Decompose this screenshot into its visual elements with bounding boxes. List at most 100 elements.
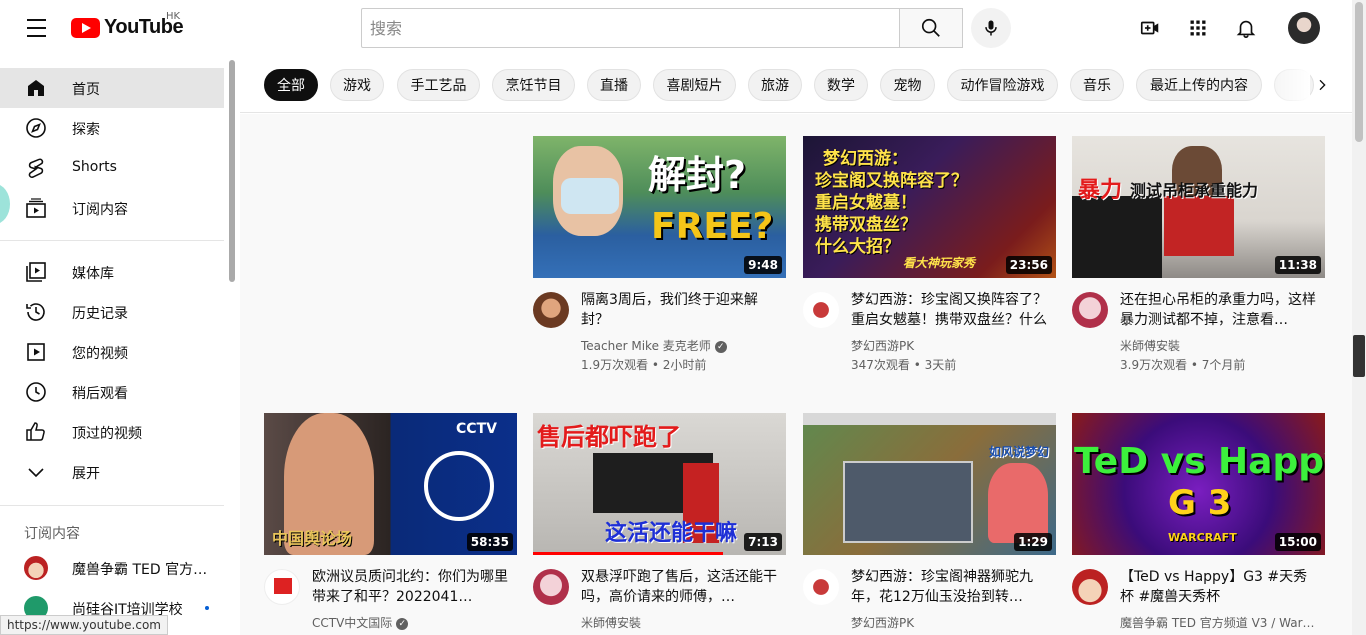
search-icon [921, 18, 940, 37]
video-thumbnail[interactable]: CCTV 中国舆论场 58:35 [264, 413, 517, 555]
channel-name[interactable]: 米師傅安裝 [581, 614, 641, 631]
sidebar-item-show-more[interactable]: 展开 [0, 452, 224, 492]
video-title[interactable]: 隔离3周后，我们终于迎来解封？ [581, 290, 781, 330]
chip[interactable]: 音乐 [1070, 69, 1124, 101]
channel-name[interactable]: 梦幻西游PK [851, 614, 914, 631]
thumbnail-text: TeD vs Happy [1074, 441, 1325, 482]
channel-name-text: CCTV中文国际 [312, 616, 393, 630]
duration-badge: 15:00 [1274, 533, 1321, 551]
new-content-dot [205, 606, 209, 610]
channel-avatar[interactable] [533, 569, 569, 605]
sidebar-subscription-ted[interactable]: 魔兽争霸 TED 官方频... [0, 548, 224, 588]
compass-icon [26, 118, 46, 138]
cctv-logo-icon [274, 578, 292, 594]
country-code: HK [166, 11, 181, 22]
sidebar-item-label: 您的视频 [72, 346, 128, 362]
channel-avatar [24, 556, 48, 580]
youtube-logo[interactable]: YouTube HK [71, 11, 184, 39]
sidebar-item-library[interactable]: 媒体库 [0, 252, 224, 292]
side-panel-handle[interactable] [1353, 335, 1365, 377]
video-thumbnail[interactable]: 解封? FREE? 9:48 [533, 136, 786, 278]
channel-avatar[interactable] [264, 569, 300, 605]
video-thumbnail[interactable]: 售后都吓跑了 这活还能干嘛 7:13 [533, 413, 786, 555]
chip[interactable]: 喜剧短片 [653, 69, 736, 101]
thumbnail-text: 测试吊柜承重能力 [1130, 181, 1259, 200]
chip[interactable]: 手工艺品 [397, 69, 480, 101]
chip-all[interactable]: 全部 [264, 69, 318, 101]
chip[interactable]: 游戏 [330, 69, 384, 101]
chip-fade [1270, 69, 1310, 101]
search-input[interactable] [362, 9, 899, 47]
sidebar-item-label: 首页 [72, 82, 100, 98]
apps-grid-icon [1190, 20, 1206, 36]
duration-badge: 11:38 [1274, 256, 1321, 274]
channel-name[interactable]: 魔兽争霸 TED 官方频道 V3 / War… [1120, 614, 1315, 631]
thumbnail-character [988, 463, 1048, 543]
video-plus-icon [1140, 21, 1159, 35]
channel-name[interactable]: 梦幻西游PK [851, 337, 914, 354]
video-card[interactable]: 解封? FREE? 9:48 隔离3周后，我们终于迎来解封？ Teacher M… [533, 136, 786, 386]
sidebar-item-liked-videos[interactable]: 顶过的视频 [0, 412, 224, 452]
youtube-play-icon [71, 17, 100, 38]
account-avatar[interactable] [1288, 12, 1320, 44]
video-thumbnail[interactable]: TeD vs Happy G 3 WARCRAFT 15:00 [1072, 413, 1325, 555]
duration-badge: 58:35 [466, 533, 513, 551]
video-title[interactable]: 双悬浮吓跑了售后，这活还能干吗，高价请来的师傅，… [581, 567, 781, 607]
channel-avatar[interactable] [803, 292, 839, 328]
video-card[interactable]: TeD vs Happy G 3 WARCRAFT 15:00 【TeD vs … [1072, 413, 1325, 635]
sidebar-item-your-videos[interactable]: 您的视频 [0, 332, 224, 372]
video-title[interactable]: 【TeD vs Happy】G3 #天秀杯 #魔兽天秀杯 [1120, 567, 1320, 607]
chip[interactable]: 最近上传的内容 [1136, 69, 1262, 101]
channel-name[interactable]: Teacher Mike 麦克老师 ✓ [581, 337, 727, 354]
sidebar-item-shorts[interactable]: Shorts [0, 148, 224, 188]
create-video-button[interactable] [1138, 16, 1162, 40]
channel-name[interactable]: CCTV中文国际 ✓ [312, 614, 409, 631]
video-card[interactable]: 如风说梦幻 1:29 梦幻西游：珍宝阁神器狮驼九年，花12万仙玉没抬到转… 梦幻… [803, 413, 1056, 635]
menu-icon[interactable] [16, 16, 56, 40]
thumbnail-text: 这活还能干嘛 [605, 521, 738, 546]
thumbnail-text: FREE? [651, 206, 774, 247]
search-button[interactable] [899, 8, 963, 48]
channel-name[interactable]: 米師傅安裝 [1120, 337, 1180, 354]
verified-icon: ✓ [396, 617, 409, 630]
channel-avatar[interactable] [533, 292, 569, 328]
thumbnail-dialog [843, 461, 973, 543]
chips-next-button[interactable] [1312, 70, 1332, 100]
page-scrollbar[interactable] [1352, 0, 1366, 635]
thumbnail-text: 如风说梦幻 [989, 445, 1050, 459]
channel-avatar[interactable] [1072, 569, 1108, 605]
chip[interactable]: 烹饪节目 [492, 69, 575, 101]
page-scrollbar-thumb[interactable] [1355, 2, 1363, 142]
thumbnail-text: 解封? [648, 153, 747, 197]
video-card[interactable]: 售后都吓跑了 这活还能干嘛 7:13 双悬浮吓跑了售后，这活还能干吗，高价请来的… [533, 413, 786, 635]
video-thumbnail[interactable]: 暴力 测试吊柜承重能力 11:38 [1072, 136, 1325, 278]
chevron-right-icon [1319, 79, 1326, 91]
apps-button[interactable] [1186, 16, 1210, 40]
video-thumbnail[interactable]: 梦幻西游： 珍宝阁又换阵容了？ 重启女魃墓！ 携带双盘丝？ 什么大招？ 看大神玩… [803, 136, 1056, 278]
voice-search-button[interactable] [971, 8, 1011, 48]
sidebar-item-history[interactable]: 历史记录 [0, 292, 224, 332]
sidebar-item-home[interactable]: 首页 [0, 68, 224, 108]
chip[interactable]: 直播 [587, 69, 641, 101]
sidebar-item-explore[interactable]: 探索 [0, 108, 224, 148]
chip[interactable]: 动作冒险游戏 [947, 69, 1058, 101]
chip[interactable]: 宠物 [880, 69, 935, 101]
sidebar-item-watch-later[interactable]: 稍后观看 [0, 372, 224, 412]
video-title[interactable]: 梦幻西游：珍宝阁神器狮驼九年，花12万仙玉没抬到转… [851, 567, 1051, 607]
channel-avatar[interactable] [803, 569, 839, 605]
video-card[interactable]: 暴力 测试吊柜承重能力 11:38 还在担心吊柜的承重力吗，这样暴力测试都不掉，… [1072, 136, 1325, 386]
subscriptions-heading: 订阅内容 [24, 526, 80, 542]
video-card[interactable]: 梦幻西游： 珍宝阁又换阵容了？ 重启女魃墓！ 携带双盘丝？ 什么大招？ 看大神玩… [803, 136, 1056, 386]
video-thumbnail[interactable]: 如风说梦幻 1:29 [803, 413, 1056, 555]
chip[interactable]: 数学 [814, 69, 868, 101]
notifications-button[interactable] [1234, 16, 1258, 40]
sidebar-scrollbar[interactable] [229, 60, 235, 282]
video-title[interactable]: 还在担心吊柜的承重力吗，这样暴力测试都不掉，注意看… [1120, 290, 1320, 330]
video-title[interactable]: 梦幻西游：珍宝阁又换阵容了？重启女魃墓！携带双盘丝？什么大招？ [851, 290, 1051, 330]
duration-badge: 23:56 [1005, 256, 1052, 274]
channel-avatar[interactable] [1072, 292, 1108, 328]
video-title[interactable]: 欧洲议员质问北约：你们为哪里带来了和平？2022041… [312, 567, 512, 607]
sidebar-item-subscriptions[interactable]: 订阅内容 [0, 188, 224, 228]
video-card[interactable]: CCTV 中国舆论场 58:35 欧洲议员质问北约：你们为哪里带来了和平？202… [264, 413, 517, 635]
chip[interactable]: 旅游 [748, 69, 802, 101]
